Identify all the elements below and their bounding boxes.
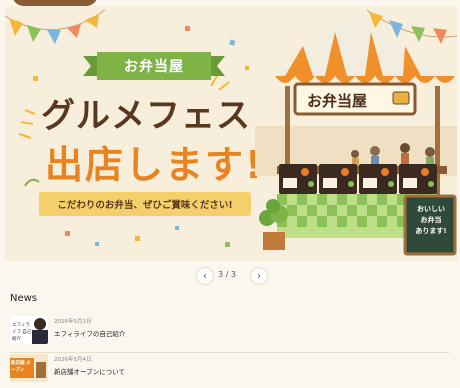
news-date: 2026年5月2日 [54,319,92,325]
carousel-prev-button[interactable]: ‹ [196,267,214,285]
chalkboard-line: おいしい [417,205,445,213]
news-title-link[interactable]: 新店舗オープンについて [54,366,125,376]
carousel-next-button[interactable]: › [250,267,268,285]
carousel-counter: 3 / 3 [218,270,236,279]
hero-title-line1: グルメフェス [41,96,251,136]
hero-title-line2: 出店します! [45,143,265,187]
chalkboard-text: おいしい お弁当 あります! [409,204,453,237]
carousel-navigation: ‹ 3 / 3 › [0,265,460,287]
news-thumbnail: エフィライフ 自己紹介 [10,316,48,344]
thumb-text: エフィライフ 自己紹介 [12,323,32,342]
news-heading: News [10,293,38,304]
news-title-link[interactable]: エフィライフの自己紹介 [54,328,125,338]
news-thumbnail: 新店舗 オープン [10,354,48,382]
chalkboard-line: あります! [415,227,447,235]
news-list-item[interactable]: 新店舗 オープン 2026年5月4日 新店舗オープンについて [10,350,450,388]
hero-banner: お弁当屋 グルメフェス 出店します! こだわりのお弁当、ぜひご賞味ください! お… [5,6,457,261]
chalkboard-line: お弁当 [420,216,442,224]
news-list-item[interactable]: エフィライフ 自己紹介 2026年5月2日 エフィライフの自己紹介 [10,312,450,350]
stall-sign-text: お弁当屋 [307,92,367,110]
hero-subtitle: こだわりのお弁当、ぜひご賞味ください! [39,192,251,216]
hero-ribbon: お弁当屋 [83,52,225,80]
thumb-text: 新店舗 オープン [11,361,31,373]
news-date: 2026年5月4日 [54,357,92,363]
